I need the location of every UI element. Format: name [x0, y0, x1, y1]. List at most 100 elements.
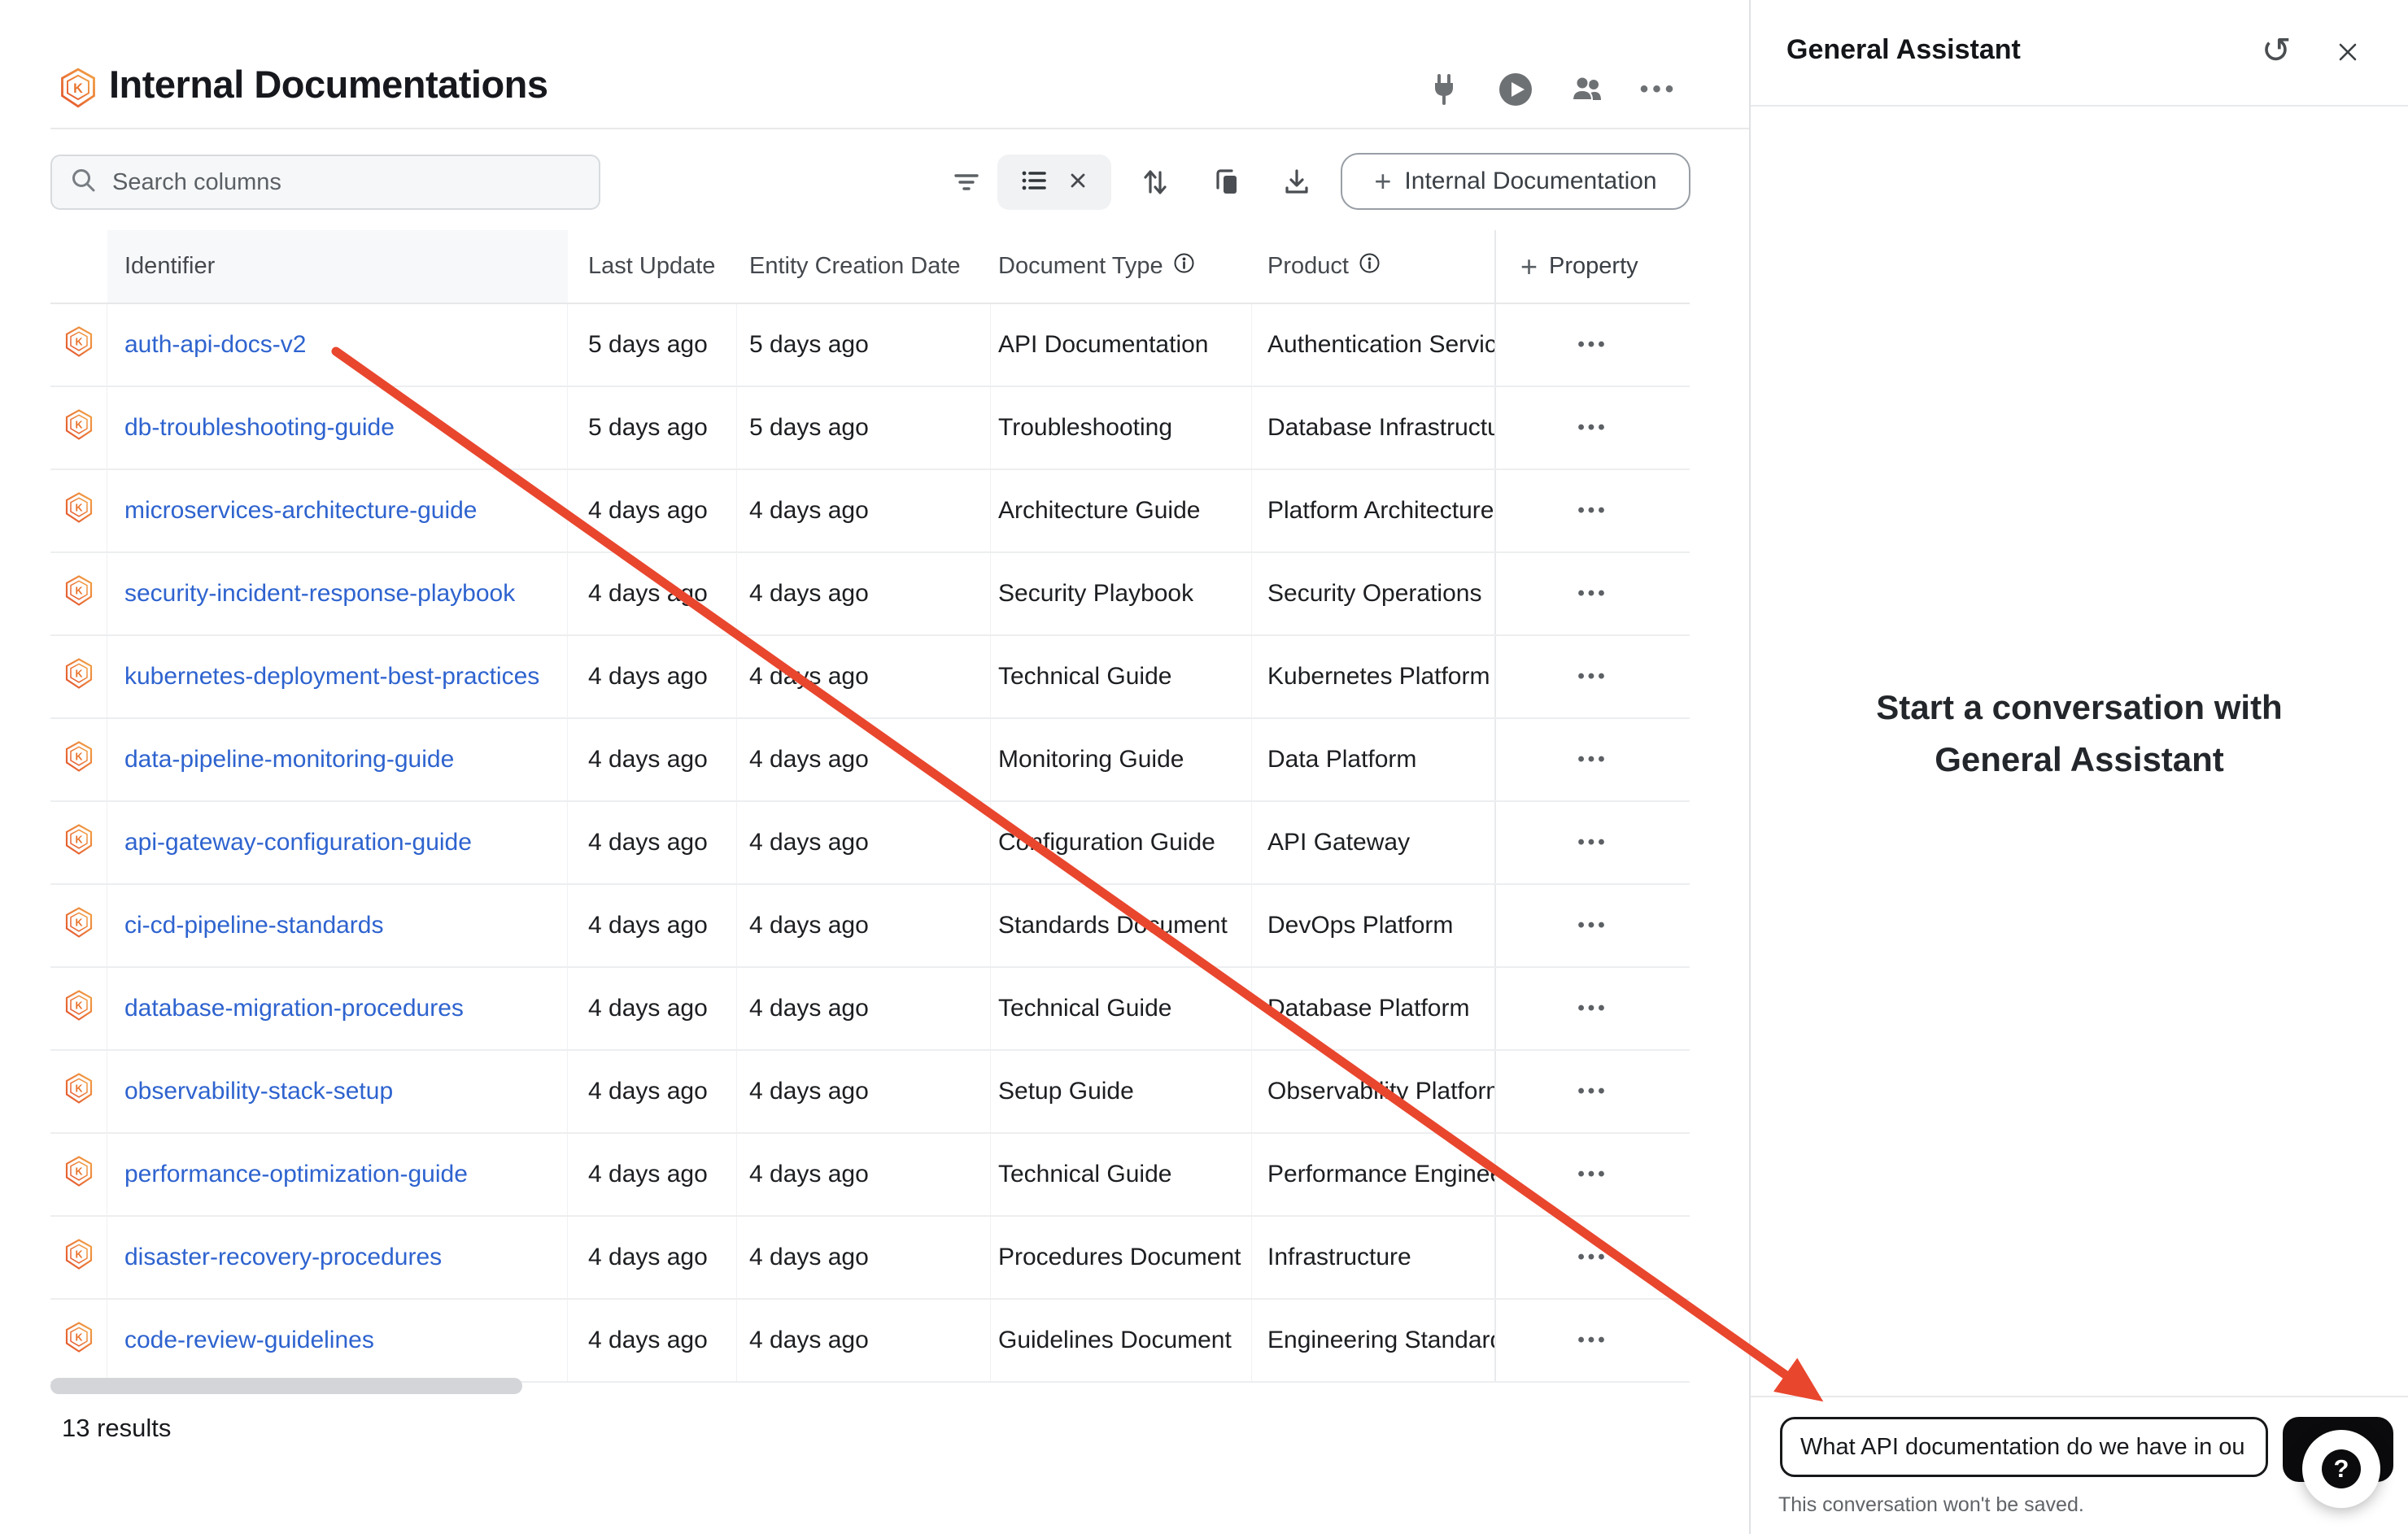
- row-entity-creation-cell: 4 days ago: [737, 1051, 991, 1132]
- row-document-type-cell: Procedures Document: [991, 1217, 1252, 1298]
- horizontal-scrollbar-thumb[interactable]: [50, 1378, 522, 1394]
- row-entity-creation-cell: 4 days ago: [737, 719, 991, 800]
- row-actions-button[interactable]: •••: [1577, 1329, 1608, 1352]
- header-divider: [50, 128, 1749, 129]
- users-icon[interactable]: [1569, 72, 1605, 107]
- panel-header-divider: [1751, 105, 2408, 107]
- row-actions-button[interactable]: •••: [1577, 914, 1608, 937]
- row-last-update-cell: 4 days ago: [568, 470, 737, 551]
- row-entity-icon-cell: K: [50, 553, 107, 634]
- row-identifier-cell: api-gateway-configuration-guide: [107, 802, 568, 883]
- table-row: K performance-optimization-guide 4 days …: [50, 1134, 1690, 1217]
- clear-view-icon[interactable]: [1066, 168, 1090, 197]
- row-actions-button[interactable]: •••: [1577, 582, 1608, 605]
- add-property-button[interactable]: + Property: [1494, 230, 1690, 303]
- more-icon[interactable]: •••: [1641, 72, 1677, 107]
- row-actions-button[interactable]: •••: [1577, 333, 1608, 356]
- row-identifier-link[interactable]: microservices-architecture-guide: [124, 497, 477, 525]
- row-actions-button[interactable]: •••: [1577, 997, 1608, 1020]
- row-entity-icon-cell: K: [50, 968, 107, 1049]
- sort-icon[interactable]: [1136, 163, 1175, 202]
- row-actions-button[interactable]: •••: [1577, 1246, 1608, 1269]
- svg-text:K: K: [75, 1083, 82, 1095]
- filter-icon[interactable]: [947, 163, 986, 202]
- row-identifier-link[interactable]: observability-stack-setup: [124, 1078, 393, 1105]
- entity-hexagon-icon: K: [63, 656, 95, 697]
- svg-text:K: K: [75, 752, 82, 763]
- row-identifier-link[interactable]: ci-cd-pipeline-standards: [124, 912, 384, 939]
- entity-hexagon-icon: K: [63, 407, 95, 448]
- row-identifier-link[interactable]: disaster-recovery-procedures: [124, 1244, 442, 1271]
- row-last-update-cell: 4 days ago: [568, 1217, 737, 1298]
- row-identifier-cell: kubernetes-deployment-best-practices: [107, 636, 568, 717]
- table-body: K auth-api-docs-v2 5 days ago 5 days ago…: [50, 304, 1690, 1383]
- entity-hexagon-icon: K: [63, 822, 95, 863]
- info-icon[interactable]: [1173, 252, 1195, 281]
- row-identifier-link[interactable]: security-incident-response-playbook: [124, 580, 515, 608]
- assistant-chat-input-box: [1780, 1417, 2268, 1477]
- header-last-update: Last Update: [568, 230, 737, 303]
- row-product-cell: Platform Architecture: [1252, 470, 1494, 551]
- row-actions-button[interactable]: •••: [1577, 416, 1608, 439]
- row-actions-button[interactable]: •••: [1577, 748, 1608, 771]
- row-entity-creation-cell: 4 days ago: [737, 968, 991, 1049]
- row-identifier-link[interactable]: kubernetes-deployment-best-practices: [124, 663, 539, 691]
- table-row: K code-review-guidelines 4 days ago 4 da…: [50, 1300, 1690, 1383]
- close-panel-icon[interactable]: [2330, 34, 2366, 70]
- row-identifier-cell: code-review-guidelines: [107, 1300, 568, 1381]
- row-identifier-cell: disaster-recovery-procedures: [107, 1217, 568, 1298]
- list-view-icon[interactable]: [1019, 165, 1049, 200]
- run-icon[interactable]: [1498, 72, 1533, 107]
- reset-conversation-icon[interactable]: ↺: [2255, 29, 2297, 72]
- help-button[interactable]: ?: [2302, 1430, 2380, 1508]
- row-last-update-cell: 4 days ago: [568, 719, 737, 800]
- row-identifier-link[interactable]: data-pipeline-monitoring-guide: [124, 746, 454, 774]
- row-identifier-link[interactable]: performance-optimization-guide: [124, 1161, 468, 1188]
- row-identifier-link[interactable]: code-review-guidelines: [124, 1327, 374, 1354]
- row-document-type-cell: API Documentation: [991, 304, 1252, 386]
- entity-hexagon-icon: K: [63, 490, 95, 531]
- row-document-type-cell: Architecture Guide: [991, 470, 1252, 551]
- row-actions-cell: •••: [1494, 719, 1690, 800]
- row-actions-button[interactable]: •••: [1577, 1080, 1608, 1103]
- row-actions-button[interactable]: •••: [1577, 665, 1608, 688]
- row-identifier-cell: microservices-architecture-guide: [107, 470, 568, 551]
- row-actions-button[interactable]: •••: [1577, 1163, 1608, 1186]
- svg-text:K: K: [75, 503, 82, 514]
- entity-hexagon-icon: K: [63, 905, 95, 946]
- table-row: K api-gateway-configuration-guide 4 days…: [50, 802, 1690, 885]
- search-input[interactable]: [111, 168, 599, 197]
- page-header-actions: •••: [1426, 68, 1677, 111]
- assistant-chat-input[interactable]: [1799, 1433, 2249, 1462]
- svg-text:K: K: [75, 1332, 82, 1344]
- plug-icon[interactable]: [1426, 72, 1462, 107]
- row-identifier-cell: ci-cd-pipeline-standards: [107, 885, 568, 966]
- row-actions-button[interactable]: •••: [1577, 499, 1608, 522]
- row-actions-button[interactable]: •••: [1577, 831, 1608, 854]
- results-count: 13 results: [62, 1414, 171, 1443]
- info-icon[interactable]: [1359, 252, 1381, 281]
- table-header-row: Identifier Last Update Entity Creation D…: [50, 230, 1690, 304]
- row-identifier-link[interactable]: db-troubleshooting-guide: [124, 414, 395, 442]
- row-product-cell: Engineering Standards: [1252, 1300, 1494, 1381]
- download-icon[interactable]: [1277, 163, 1316, 202]
- header-icon-column: [50, 230, 107, 303]
- row-document-type-cell: Troubleshooting: [991, 387, 1252, 468]
- row-identifier-link[interactable]: api-gateway-configuration-guide: [124, 829, 472, 856]
- copy-icon[interactable]: [1207, 163, 1246, 202]
- row-product-cell: DevOps Platform: [1252, 885, 1494, 966]
- table-row: K ci-cd-pipeline-standards 4 days ago 4 …: [50, 885, 1690, 968]
- row-last-update-cell: 5 days ago: [568, 304, 737, 386]
- row-entity-icon-cell: K: [50, 470, 107, 551]
- row-entity-icon-cell: K: [50, 636, 107, 717]
- row-identifier-cell: security-incident-response-playbook: [107, 553, 568, 634]
- row-actions-cell: •••: [1494, 1217, 1690, 1298]
- row-product-cell: Infrastructure: [1252, 1217, 1494, 1298]
- row-identifier-link[interactable]: auth-api-docs-v2: [124, 331, 306, 359]
- row-actions-cell: •••: [1494, 553, 1690, 634]
- row-product-cell: Data Platform: [1252, 719, 1494, 800]
- row-identifier-link[interactable]: database-migration-procedures: [124, 995, 464, 1022]
- row-entity-creation-cell: 4 days ago: [737, 470, 991, 551]
- add-internal-documentation-button[interactable]: + Internal Documentation: [1341, 153, 1690, 210]
- row-actions-cell: •••: [1494, 885, 1690, 966]
